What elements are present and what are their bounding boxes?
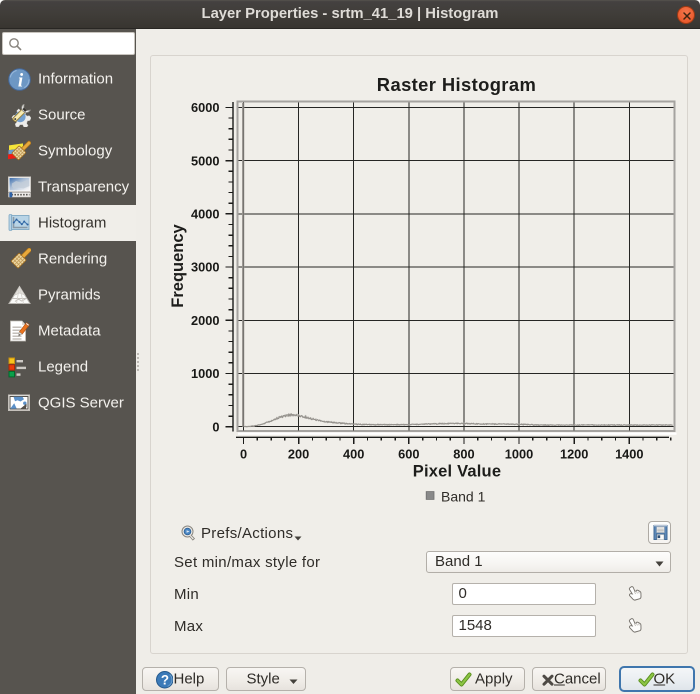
svg-text:5000: 5000 xyxy=(191,153,219,168)
svg-text:600: 600 xyxy=(398,447,419,462)
svg-text:i: i xyxy=(18,71,24,92)
svg-text:1000: 1000 xyxy=(505,447,533,462)
svg-text:3000: 3000 xyxy=(191,260,219,275)
svg-text:0: 0 xyxy=(240,447,247,462)
svg-text:0: 0 xyxy=(212,419,219,434)
svg-text:Pixel Value: Pixel Value xyxy=(413,463,501,481)
svg-text:800: 800 xyxy=(453,447,474,462)
svg-text:400: 400 xyxy=(343,447,364,462)
svg-text:1200: 1200 xyxy=(560,447,588,462)
svg-text:Frequency: Frequency xyxy=(169,223,187,307)
svg-text:4000: 4000 xyxy=(191,207,219,222)
svg-text:Raster Histogram: Raster Histogram xyxy=(377,74,536,95)
svg-text:1400: 1400 xyxy=(615,447,643,462)
svg-text:2000: 2000 xyxy=(191,313,219,328)
svg-text:200: 200 xyxy=(288,447,309,462)
svg-text:Band 1: Band 1 xyxy=(441,488,486,504)
svg-text:6000: 6000 xyxy=(191,100,219,115)
svg-text:?: ? xyxy=(160,673,168,688)
svg-text:1000: 1000 xyxy=(191,366,219,381)
